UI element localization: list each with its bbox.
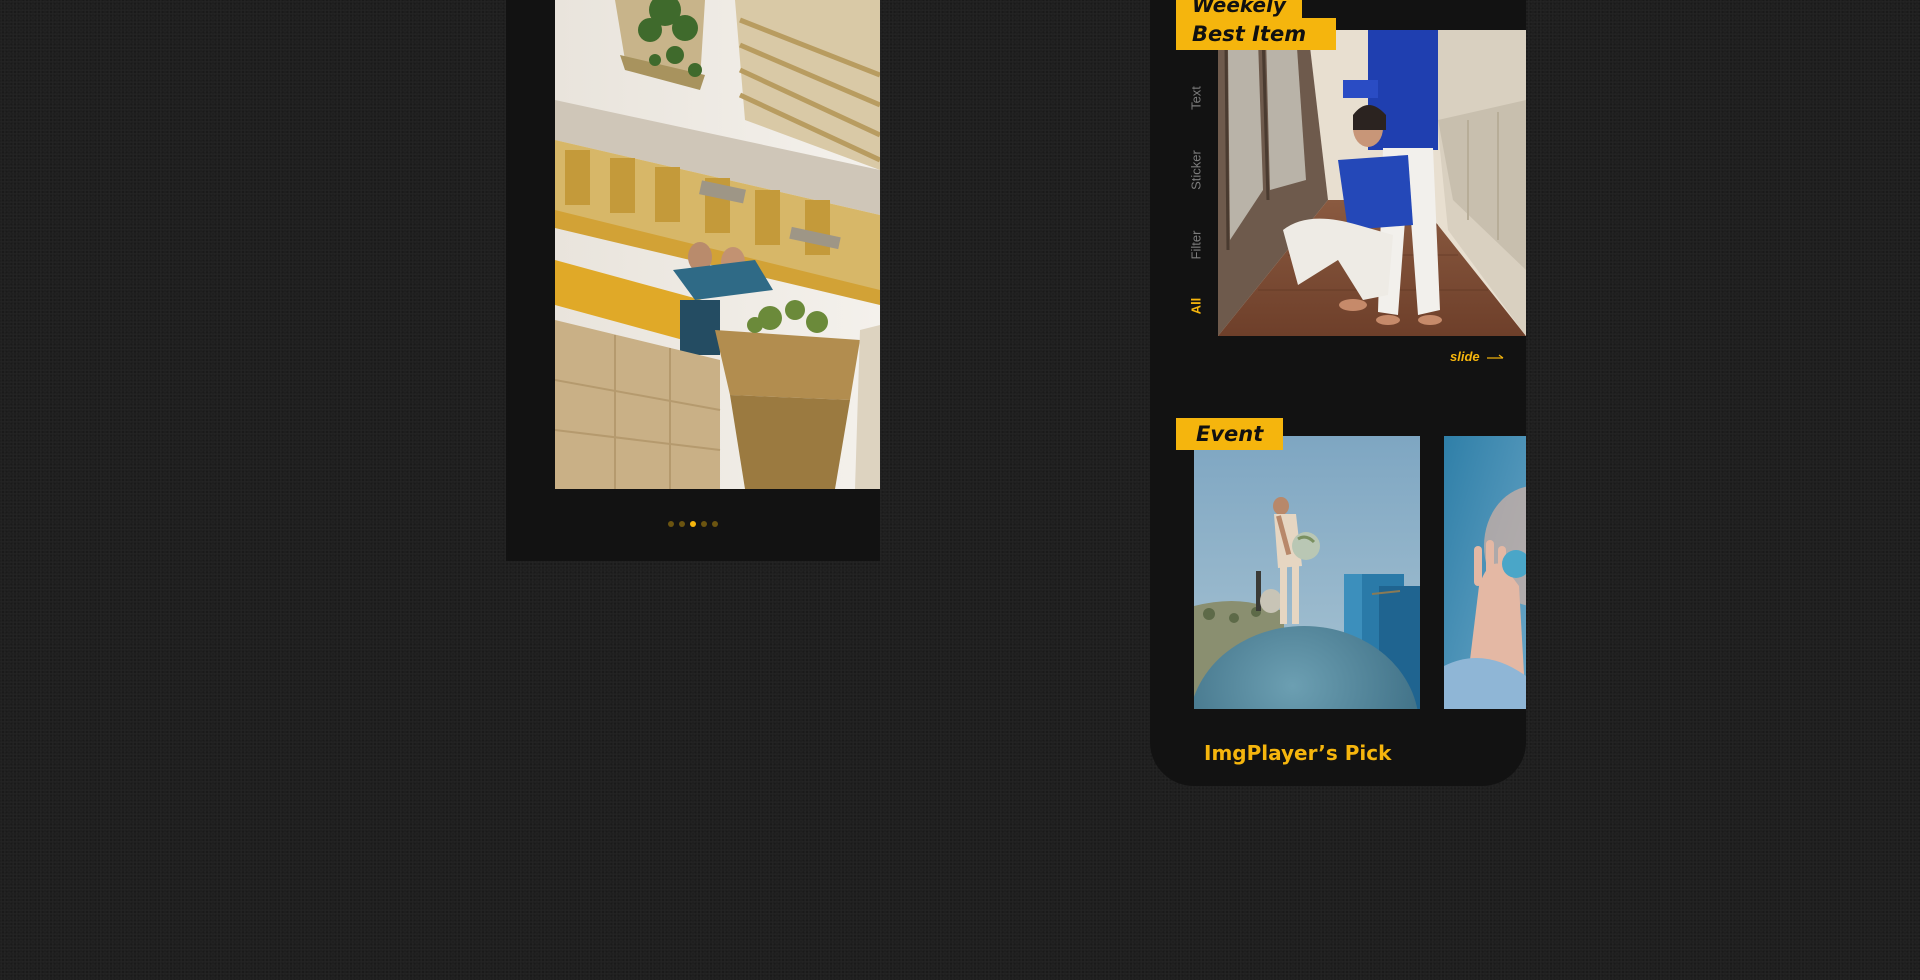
pick-section-title: ImgPlayer’s Pick xyxy=(1204,741,1392,765)
slide-link[interactable]: slide xyxy=(1450,349,1505,364)
filter-tab-label: All xyxy=(1188,297,1204,315)
pager-dot[interactable] xyxy=(712,521,718,527)
pager-dot-active[interactable] xyxy=(690,521,696,527)
weekly-best-photo[interactable] xyxy=(1218,30,1526,336)
weekly-best-title-line1: Weekely xyxy=(1176,0,1302,18)
event-card-photo xyxy=(1194,436,1420,709)
filter-tab-label: Text xyxy=(1188,86,1204,110)
pager-dot[interactable] xyxy=(668,521,674,527)
balcony-photo[interactable] xyxy=(555,0,880,489)
left-phone-screen xyxy=(506,0,880,561)
carousel-pager xyxy=(506,521,880,527)
event-card[interactable] xyxy=(1194,436,1420,709)
event-card-photo xyxy=(1444,436,1526,709)
pager-dot[interactable] xyxy=(701,521,707,527)
weekly-best-title-line2: Best Item xyxy=(1176,18,1337,50)
filter-tab-label: Filter xyxy=(1188,230,1204,260)
event-title: Event xyxy=(1176,418,1284,450)
balcony-photo-image xyxy=(555,0,880,489)
weekly-best-photo-image xyxy=(1218,30,1526,336)
filter-tab-label: Sticker xyxy=(1188,150,1204,190)
right-phone-screen: Weekely Best Item Text Sticker Filter Al… xyxy=(1150,0,1526,786)
pager-dot[interactable] xyxy=(679,521,685,527)
slide-label: slide xyxy=(1450,349,1480,364)
event-card[interactable] xyxy=(1444,436,1526,709)
arrow-right-icon xyxy=(1486,354,1503,359)
